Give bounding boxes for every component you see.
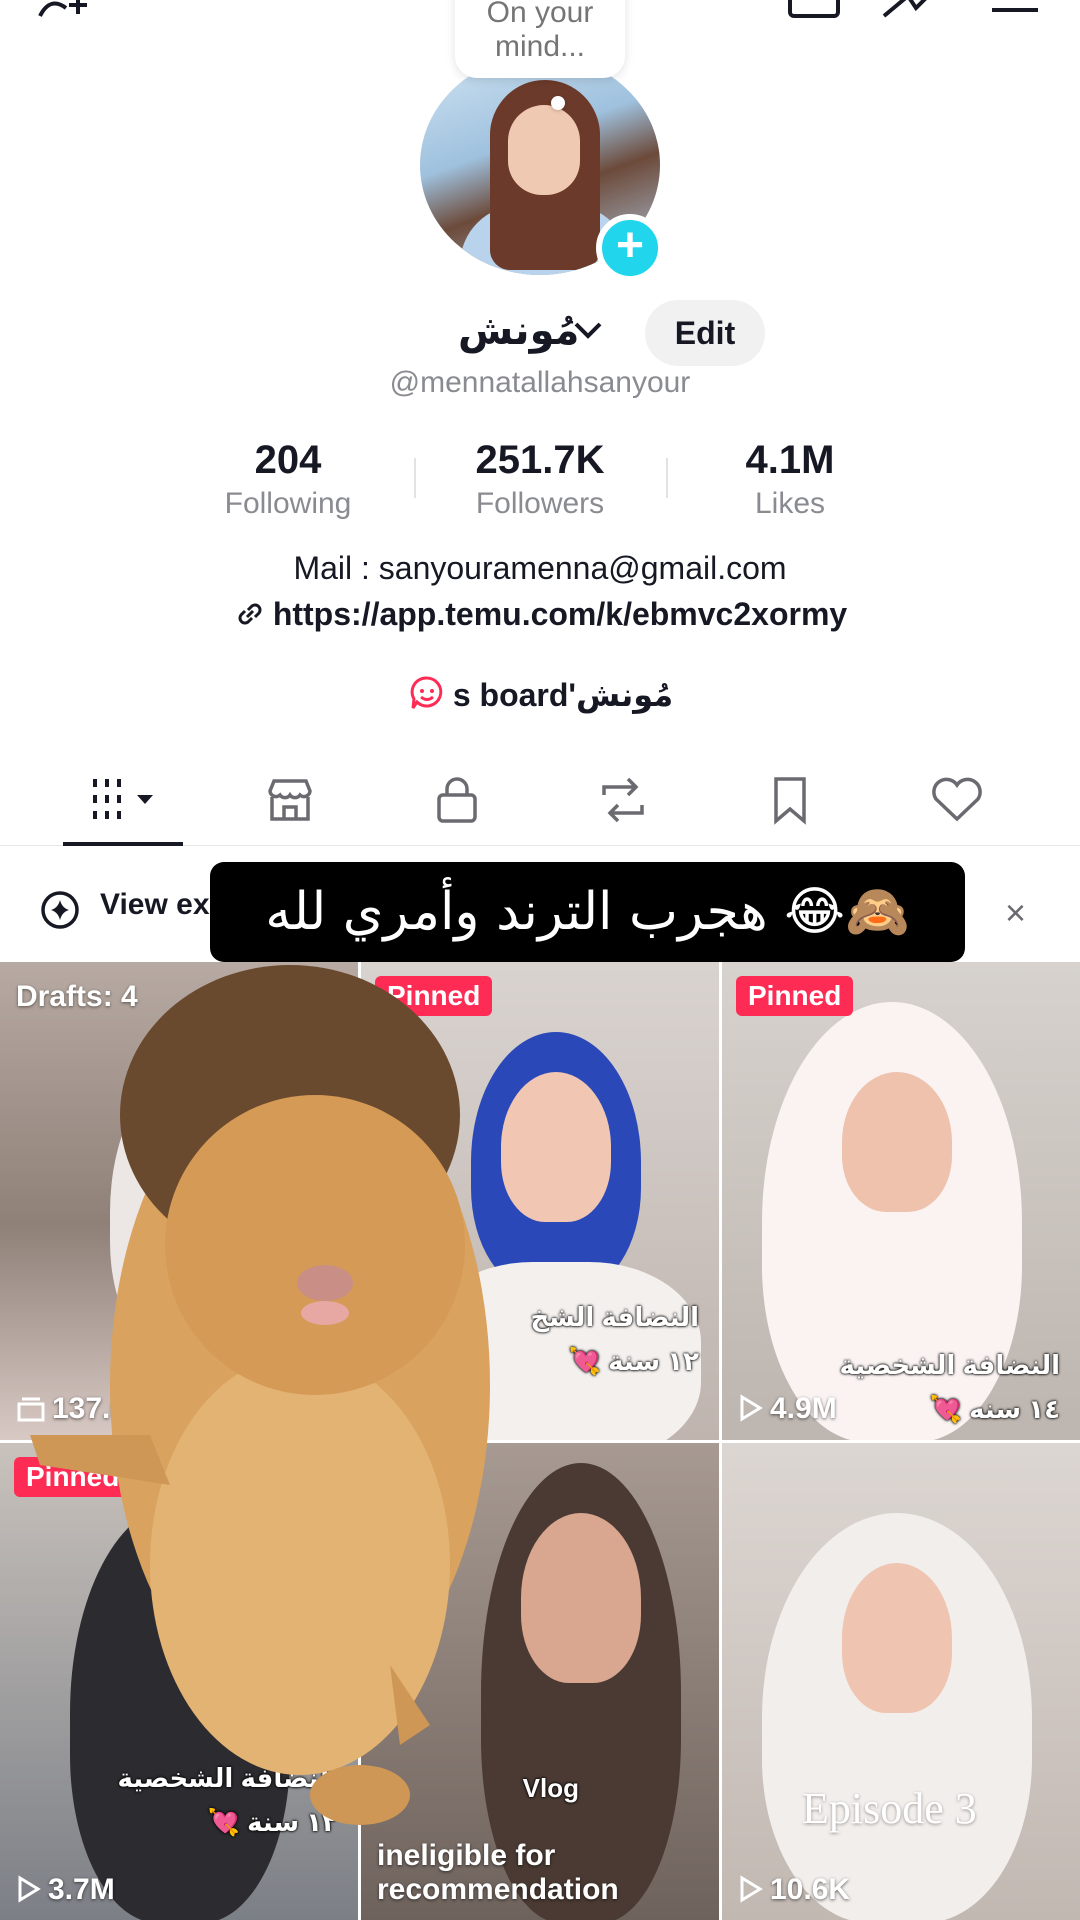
stat-label: Followers xyxy=(475,487,605,520)
pinned-badge: Pinned xyxy=(736,976,854,1016)
board-link[interactable]: s board'مُونش xyxy=(0,674,1080,714)
episode-label: Episode 3 xyxy=(802,1784,977,1833)
board-text: s board'مُونش xyxy=(452,677,674,713)
view-count: 4.9M xyxy=(738,1392,837,1426)
hamster-sticker xyxy=(30,965,490,1825)
stat-likes[interactable]: 4.1M Likes xyxy=(690,438,890,521)
view-count: 3.7M xyxy=(16,1873,115,1907)
view-count-text: 3.7M xyxy=(48,1873,115,1906)
tab-private[interactable] xyxy=(407,770,507,830)
video-overlay-text: ١٢ سنة 💘 xyxy=(568,1346,699,1376)
link-icon xyxy=(238,603,262,625)
shop-icon xyxy=(268,779,312,821)
lock-icon xyxy=(437,777,477,823)
link-text: https://app.temu.com/k/ebmvc2xormy xyxy=(272,596,848,632)
thought-bubble[interactable]: On your mind... xyxy=(455,0,625,78)
video-thumbnail[interactable]: Episode 3 10.6K xyxy=(722,1443,1080,1920)
tab-favorites[interactable] xyxy=(740,770,840,830)
bio-mail: Mail : sanyouramenna@gmail.com xyxy=(293,550,787,586)
repost-icon xyxy=(602,777,644,823)
stat-label: Likes xyxy=(754,487,826,520)
ineligible-line: recommendation xyxy=(377,1873,619,1906)
profile-stats: 204 Following 251.7K Followers 4.1M Like… xyxy=(0,438,1080,528)
creator-tools-icon[interactable] xyxy=(786,0,842,27)
stat-value: 204 xyxy=(254,438,322,482)
stat-following[interactable]: 204 Following xyxy=(188,438,388,521)
chevron-down-icon[interactable] xyxy=(572,318,604,347)
plus-icon: + xyxy=(615,219,645,272)
play-icon xyxy=(740,1394,763,1422)
grid-icon xyxy=(93,779,153,819)
close-icon[interactable]: × xyxy=(1005,892,1026,934)
tab-videos[interactable] xyxy=(73,770,173,830)
view-count: 10.6K xyxy=(738,1873,850,1907)
video-overlay-text: ١٤ سنه 💘 xyxy=(929,1394,1060,1424)
view-count-text: 10.6K xyxy=(770,1873,851,1906)
stat-followers[interactable]: 251.7K Followers xyxy=(440,438,640,521)
video-caption-overlay: هجرب الترند وأمري لله 😂🙈 xyxy=(210,862,965,962)
video-overlay-text: Vlog xyxy=(522,1773,579,1803)
menu-icon[interactable] xyxy=(990,0,1040,27)
banner-text: View ex xyxy=(100,888,210,921)
stat-value: 251.7K xyxy=(475,438,605,482)
add-friend-icon[interactable] xyxy=(36,0,96,27)
stat-label: Following xyxy=(224,487,352,520)
heart-icon xyxy=(932,777,982,822)
display-name: مُونش xyxy=(458,309,580,353)
view-count-text: 4.9M xyxy=(770,1392,837,1425)
thought-bubble-dot xyxy=(551,96,565,110)
sparkle-icon xyxy=(41,891,79,929)
video-overlay-text: النضافة الشخ xyxy=(530,1302,699,1332)
video-overlay-text: النضافة الشخصية xyxy=(839,1350,1060,1380)
activity-icon[interactable] xyxy=(880,0,940,27)
play-icon xyxy=(18,1875,41,1903)
active-tab-indicator xyxy=(63,842,183,846)
tab-liked[interactable] xyxy=(907,770,1007,830)
video-thumbnail[interactable]: Pinned النضافة الشخصية ١٤ سنه 💘 4.9M xyxy=(722,962,1080,1440)
username: @mennatallahsanyour xyxy=(389,366,691,399)
tab-reposts[interactable] xyxy=(573,770,673,830)
bio-link[interactable]: https://app.temu.com/k/ebmvc2xormy xyxy=(0,596,1080,633)
bookmark-icon xyxy=(774,777,806,825)
board-icon xyxy=(410,676,443,709)
play-icon xyxy=(740,1875,763,1903)
add-story-button[interactable]: + xyxy=(596,214,664,282)
edit-profile-button[interactable]: Edit xyxy=(645,300,765,366)
tab-shop[interactable] xyxy=(240,770,340,830)
stat-value: 4.1M xyxy=(745,438,835,482)
profile-tabs xyxy=(0,760,1080,846)
